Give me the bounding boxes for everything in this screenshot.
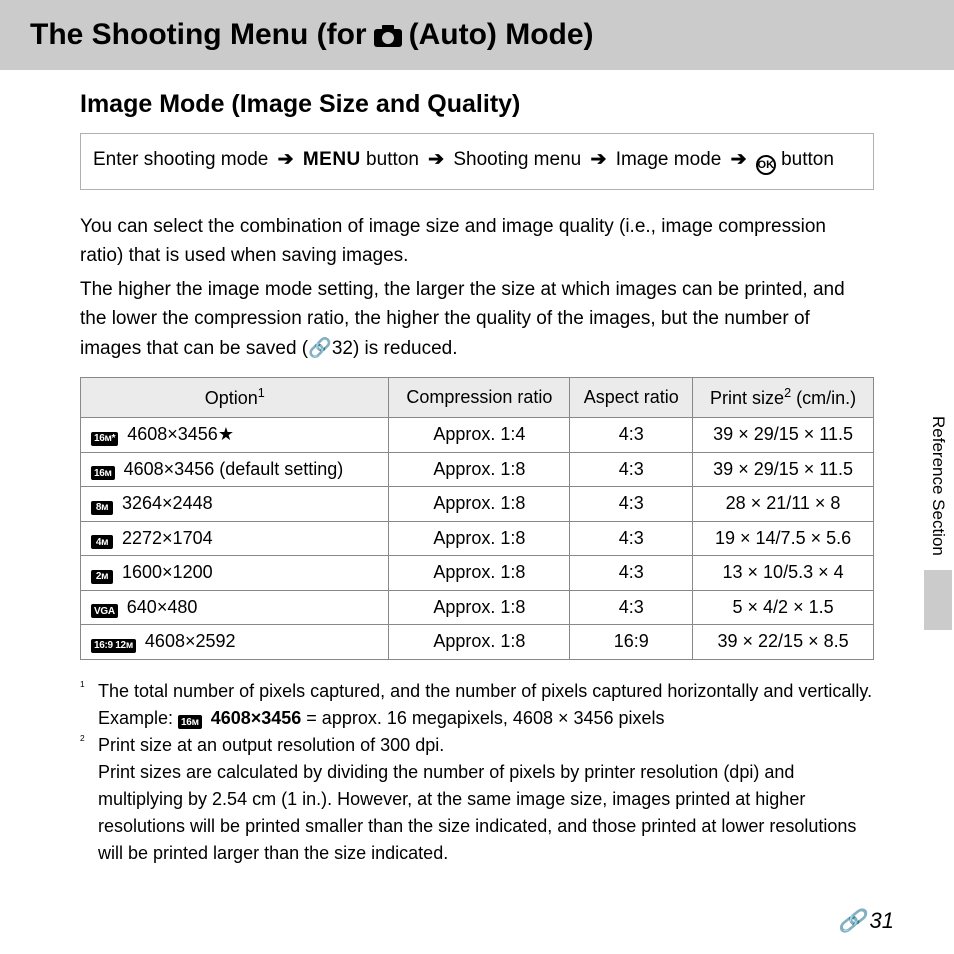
title-pre: The Shooting Menu (for [30, 18, 367, 52]
th-option: Option1 [81, 378, 389, 418]
bc-step2-post: button [361, 149, 419, 170]
size-badge-icon: VGA [91, 604, 118, 618]
cell-print: 13 × 10/5.3 × 4 [693, 556, 874, 591]
ok-button-icon: OK [756, 155, 776, 175]
cell-print: 39 × 29/15 × 11.5 [693, 452, 874, 487]
footnote-1: 1 The total number of pixels captured, a… [80, 678, 874, 732]
arrow-icon: ➔ [590, 149, 606, 170]
badge-icon: 16ᴍ [178, 715, 202, 729]
arrow-icon: ➔ [278, 149, 294, 170]
size-badge-icon: 16ᴍ* [91, 432, 118, 446]
cell-option: 8ᴍ 3264×2448 [81, 487, 389, 522]
p2-ref: 32 [332, 338, 353, 359]
cell-aspect: 4:3 [570, 452, 693, 487]
breadcrumb: Enter shooting mode ➔ MENU button ➔ Shoo… [80, 133, 874, 190]
cell-print: 39 × 22/15 × 8.5 [693, 625, 874, 660]
arrow-icon: ➔ [731, 149, 747, 170]
footnotes: 1 The total number of pixels captured, a… [80, 678, 874, 867]
cell-ratio: Approx. 1:8 [389, 521, 570, 556]
cell-aspect: 4:3 [570, 556, 693, 591]
cell-aspect: 4:3 [570, 590, 693, 625]
table-row: 16ᴍ* 4608×3456★Approx. 1:44:339 × 29/15 … [81, 418, 874, 453]
cell-option: 16ᴍ* 4608×3456★ [81, 418, 389, 453]
page-title: The Shooting Menu (for (Auto) Mode) [30, 18, 924, 52]
cell-aspect: 4:3 [570, 487, 693, 522]
footnote-2: 2 Print size at an output resolution of … [80, 732, 874, 867]
cell-option: 2ᴍ 1600×1200 [81, 556, 389, 591]
table-row: VGA 640×480Approx. 1:84:35 × 4/2 × 1.5 [81, 590, 874, 625]
size-badge-icon: 16ᴍ [91, 466, 115, 480]
cell-aspect: 4:3 [570, 418, 693, 453]
size-badge-icon: 8ᴍ [91, 501, 113, 515]
image-mode-table: Option1 Compression ratio Aspect ratio P… [80, 377, 874, 660]
cell-option: VGA 640×480 [81, 590, 389, 625]
cell-option: 4ᴍ 2272×1704 [81, 521, 389, 556]
fn1-example-post: = approx. 16 megapixels, 4608 × 3456 pix… [301, 708, 664, 728]
arrow-icon: ➔ [428, 149, 444, 170]
bc-step5-post: button [776, 149, 834, 170]
size-badge-icon: 16:9 12ᴍ [91, 639, 136, 653]
page-content: Image Mode (Image Size and Quality) Ente… [0, 70, 954, 867]
cell-ratio: Approx. 1:8 [389, 556, 570, 591]
cell-print: 5 × 4/2 × 1.5 [693, 590, 874, 625]
camera-icon [373, 18, 403, 52]
fn1-example-pre: Example: [98, 708, 178, 728]
cell-ratio: Approx. 1:8 [389, 487, 570, 522]
cell-option: 16ᴍ 4608×3456 (default setting) [81, 452, 389, 487]
title-post: (Auto) Mode) [409, 18, 594, 52]
menu-button-label: MENU [303, 149, 361, 170]
page-header: The Shooting Menu (for (Auto) Mode) [0, 0, 954, 70]
section-subtitle: Image Mode (Image Size and Quality) [80, 90, 874, 119]
bc-step1: Enter shooting mode [93, 149, 268, 170]
p2-a: The higher the image mode setting, the l… [80, 279, 845, 359]
cell-ratio: Approx. 1:4 [389, 418, 570, 453]
cell-ratio: Approx. 1:8 [389, 625, 570, 660]
fn1-line1: The total number of pixels captured, and… [98, 681, 872, 701]
bc-step3: Shooting menu [453, 149, 581, 170]
paragraph-1: You can select the combination of image … [80, 212, 874, 271]
paragraph-2: The higher the image mode setting, the l… [80, 275, 874, 363]
cell-option: 16:9 12ᴍ 4608×2592 [81, 625, 389, 660]
cell-aspect: 4:3 [570, 521, 693, 556]
side-tab: Reference Section [922, 410, 954, 630]
page-ref-icon: 🔗 [838, 908, 865, 934]
table-row: 4ᴍ 2272×1704Approx. 1:84:319 × 14/7.5 × … [81, 521, 874, 556]
cell-ratio: Approx. 1:8 [389, 590, 570, 625]
th-ratio: Compression ratio [389, 378, 570, 418]
size-badge-icon: 4ᴍ [91, 535, 113, 549]
cell-ratio: Approx. 1:8 [389, 452, 570, 487]
th-print: Print size2 (cm/in.) [693, 378, 874, 418]
cell-aspect: 16:9 [570, 625, 693, 660]
bc-step4: Image mode [616, 149, 722, 170]
table-header-row: Option1 Compression ratio Aspect ratio P… [81, 378, 874, 418]
cell-print: 39 × 29/15 × 11.5 [693, 418, 874, 453]
side-tab-marker [924, 570, 952, 630]
fn2-line1: Print size at an output resolution of 30… [98, 735, 444, 755]
p2-b: ) is reduced. [353, 338, 458, 359]
table-row: 16:9 12ᴍ 4608×2592Approx. 1:816:939 × 22… [81, 625, 874, 660]
side-section-label: Reference Section [922, 410, 954, 570]
table-row: 2ᴍ 1600×1200Approx. 1:84:313 × 10/5.3 × … [81, 556, 874, 591]
table-row: 16ᴍ 4608×3456 (default setting)Approx. 1… [81, 452, 874, 487]
cell-print: 28 × 21/11 × 8 [693, 487, 874, 522]
size-badge-icon: 2ᴍ [91, 570, 113, 584]
fn2-line2: Print sizes are calculated by dividing t… [98, 762, 856, 863]
reference-link-icon: 🔗 [308, 338, 332, 359]
page-number: 🔗31 [838, 908, 894, 934]
fn1-bold: 4608×3456 [211, 708, 302, 728]
th-aspect: Aspect ratio [570, 378, 693, 418]
table-row: 8ᴍ 3264×2448Approx. 1:84:328 × 21/11 × 8 [81, 487, 874, 522]
cell-print: 19 × 14/7.5 × 5.6 [693, 521, 874, 556]
